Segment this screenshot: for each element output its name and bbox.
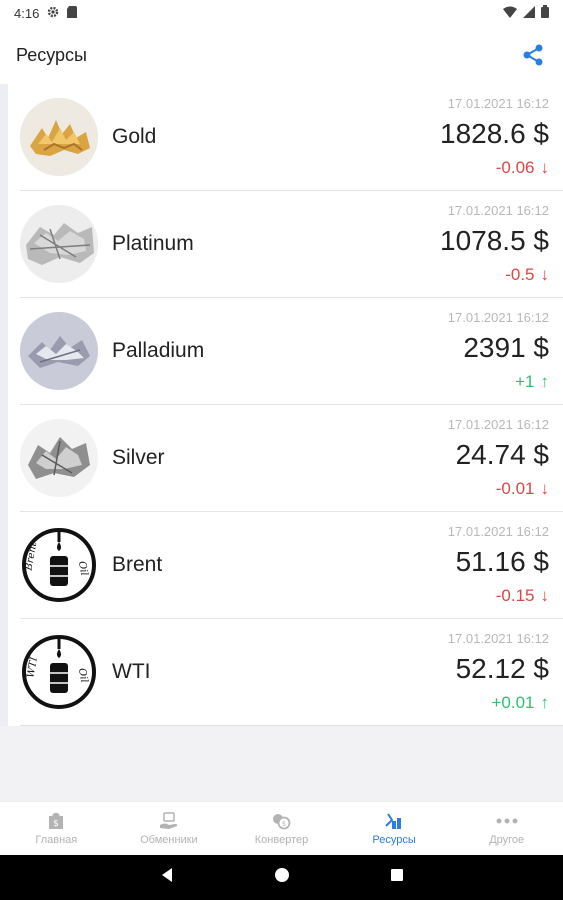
resource-list: Gold 17.01.2021 16:12 1828.6 $ -0.06 ↓ P… <box>0 84 563 726</box>
resource-name: Palladium <box>112 339 205 362</box>
recents-square-icon[interactable] <box>390 868 404 887</box>
list-item[interactable]: Palladium 17.01.2021 16:12 2391 $ +1 ↑ <box>20 298 563 405</box>
resource-price: 2391 $ <box>463 332 549 363</box>
update-date: 17.01.2021 16:12 <box>447 96 549 111</box>
resource-price: 1078.5 $ <box>440 225 549 256</box>
resource-price: 52.12 $ <box>455 653 549 684</box>
palladium-image <box>20 312 98 390</box>
svg-text:$: $ <box>53 819 59 829</box>
arrow-down-icon: ↓ <box>540 586 550 605</box>
update-date: 17.01.2021 16:12 <box>447 203 549 218</box>
change-value: -0.01 <box>495 479 535 498</box>
platinum-image <box>20 205 98 283</box>
resource-name: Gold <box>112 125 157 148</box>
more-dots-icon <box>496 811 518 831</box>
sd-card-icon <box>67 5 78 21</box>
change-value: +1 <box>515 372 535 391</box>
home-circle-icon[interactable] <box>274 867 290 888</box>
system-navigation-bar <box>0 855 563 900</box>
gold-image <box>20 98 98 176</box>
list-item[interactable]: Platinum 17.01.2021 16:12 1078.5 $ -0.5 … <box>20 191 563 298</box>
home-bag-icon: $ <box>45 811 67 831</box>
price-change: -0.01 ↓ <box>496 479 549 499</box>
update-date: 17.01.2021 16:12 <box>447 524 549 539</box>
cell-signal-icon <box>523 5 535 21</box>
page-title: Ресурсы <box>16 44 87 65</box>
resource-name: WTI <box>112 660 151 683</box>
price-change: -0.5 ↓ <box>505 265 549 285</box>
change-value: +0.01 <box>491 693 535 712</box>
battery-icon <box>541 5 549 21</box>
status-bar: 4:16 <box>0 0 563 26</box>
nav-label: Конвертер <box>254 834 309 846</box>
arrow-down-icon: ↓ <box>540 158 550 177</box>
change-value: -0.15 <box>495 586 535 605</box>
exchange-hand-icon <box>158 811 180 831</box>
price-change: -0.15 ↓ <box>496 586 549 606</box>
arrow-down-icon: ↓ <box>540 479 550 498</box>
settings-gear-icon <box>47 6 59 21</box>
resources-icon <box>383 811 405 831</box>
share-icon <box>523 44 543 66</box>
price-change: -0.06 ↓ <box>496 158 549 178</box>
status-time: 4:16 <box>14 5 40 21</box>
arrow-up-icon: ↑ <box>540 693 550 712</box>
arrow-down-icon: ↓ <box>540 265 550 284</box>
resource-price: 24.74 $ <box>455 439 549 470</box>
svg-text:$: $ <box>282 820 286 828</box>
nav-label: Главная <box>35 834 78 846</box>
update-date: 17.01.2021 16:12 <box>447 631 549 646</box>
list-item[interactable]: Silver 17.01.2021 16:12 24.74 $ -0.01 ↓ <box>20 405 563 512</box>
price-change: +1 ↑ <box>515 372 549 392</box>
arrow-up-icon: ↑ <box>540 372 550 391</box>
resource-name: Brent <box>112 553 163 576</box>
converter-icon: $ <box>270 811 292 831</box>
nav-label: Ресурсы <box>372 834 416 846</box>
nav-label: Другое <box>489 834 525 846</box>
list-item[interactable]: Brent Oil Brent 17.01.2021 16:12 51.16 $… <box>20 512 563 619</box>
wifi-icon <box>503 6 517 21</box>
nav-item-other[interactable]: Другое <box>450 802 563 855</box>
price-change: +0.01 ↑ <box>491 693 549 713</box>
update-date: 17.01.2021 16:12 <box>447 417 549 432</box>
nav-label: Обменники <box>140 834 198 846</box>
brent-oil-logo: Brent Oil <box>20 526 98 604</box>
app-bar: Ресурсы <box>0 26 563 84</box>
share-button[interactable] <box>519 41 547 69</box>
resource-price: 1828.6 $ <box>440 118 549 149</box>
nav-item-converter[interactable]: $ Конвертер <box>225 802 338 855</box>
nav-item-exchangers[interactable]: Обменники <box>113 802 226 855</box>
wti-oil-logo: WTI Oil <box>20 633 98 711</box>
resource-price: 51.16 $ <box>455 546 549 577</box>
bottom-navigation: $ Главная Обменники $ Конвертер Ресурсы … <box>0 801 563 855</box>
list-item[interactable]: WTI Oil WTI 17.01.2021 16:12 52.12 $ +0.… <box>20 619 563 726</box>
nav-item-resources[interactable]: Ресурсы <box>338 802 451 855</box>
resource-name: Platinum <box>112 232 194 255</box>
nav-item-home[interactable]: $ Главная <box>0 802 113 855</box>
resource-name: Silver <box>112 446 165 469</box>
change-value: -0.06 <box>495 158 535 177</box>
silver-image <box>20 419 98 497</box>
change-value: -0.5 <box>505 265 535 284</box>
update-date: 17.01.2021 16:12 <box>447 310 549 325</box>
list-item[interactable]: Gold 17.01.2021 16:12 1828.6 $ -0.06 ↓ <box>20 84 563 191</box>
back-icon[interactable] <box>160 867 174 888</box>
